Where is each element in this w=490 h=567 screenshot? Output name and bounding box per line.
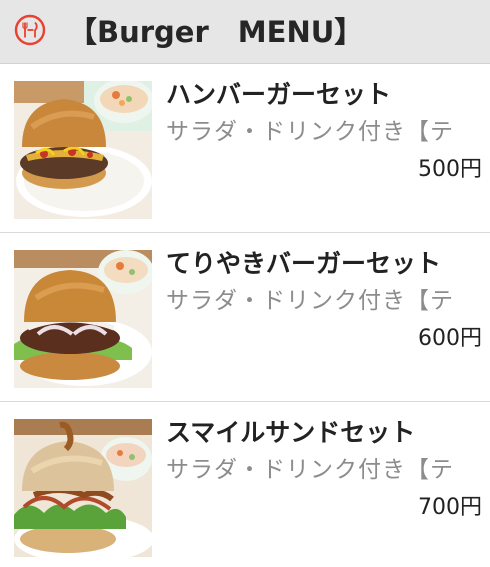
menu-item-price: 700円	[418, 495, 482, 520]
restaurant-logo-icon[interactable]	[14, 14, 46, 46]
menu-item-hamburger-set[interactable]: ハンバーガーセット サラダ・ドリンク付き【テ 500円	[0, 64, 490, 233]
menu-item-smile-sandwich-set[interactable]: スマイルサンドセット サラダ・ドリンク付き【テ 700円	[0, 402, 490, 567]
menu-screen: 【Burger MENU】 ハンバーガーセット サラダ・ドリンク付き【テ 500…	[0, 0, 490, 567]
menu-list: ハンバーガーセット サラダ・ドリンク付き【テ 500円 てりやきバーガーセット …	[0, 64, 490, 567]
teriyaki-burger-set-photo	[14, 250, 152, 388]
hamburger-set-photo	[14, 81, 152, 219]
menu-item-price: 600円	[418, 326, 482, 351]
menu-item-name: スマイルサンドセット	[166, 418, 416, 447]
menu-item-name: てりやきバーガーセット	[166, 249, 442, 278]
menu-item-description: サラダ・ドリンク付き【テ	[166, 119, 454, 145]
menu-item-description: サラダ・ドリンク付き【テ	[166, 457, 454, 483]
page-title: 【Burger MENU】	[68, 15, 364, 49]
menu-item-price: 500円	[418, 157, 482, 182]
app-header: 【Burger MENU】	[0, 0, 490, 64]
menu-item-teriyaki-burger-set[interactable]: てりやきバーガーセット サラダ・ドリンク付き【テ 600円	[0, 233, 490, 402]
menu-item-description: サラダ・ドリンク付き【テ	[166, 288, 454, 314]
smile-sandwich-set-photo	[14, 419, 152, 557]
menu-item-name: ハンバーガーセット	[166, 80, 392, 109]
